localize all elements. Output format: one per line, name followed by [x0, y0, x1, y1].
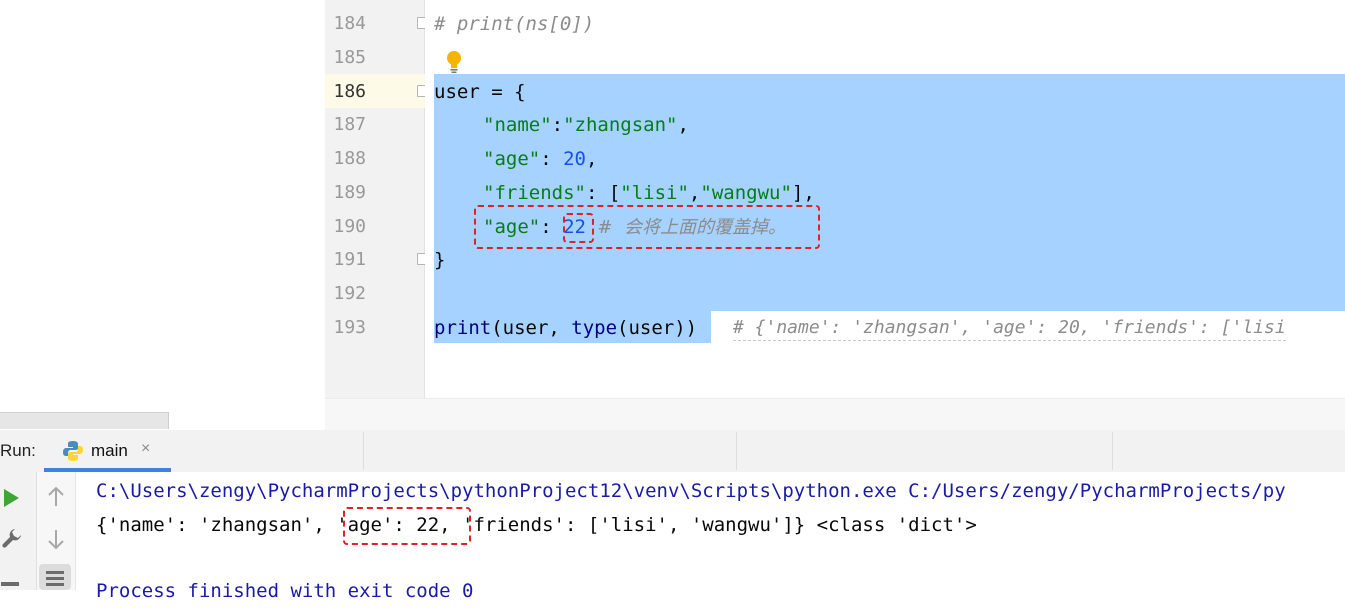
line-number: 189: [333, 182, 366, 203]
console-toolbar: [37, 472, 76, 590]
run-toolbar: [0, 472, 37, 590]
line-number: 187: [333, 114, 366, 135]
line-number: 188: [333, 148, 366, 169]
intention-bulb-icon[interactable]: [445, 50, 463, 74]
arrow-up-icon[interactable]: [46, 486, 66, 508]
header-divider: [363, 432, 364, 470]
tab-label: main: [91, 441, 128, 460]
line-number: 193: [333, 317, 366, 338]
header-divider: [1112, 432, 1113, 470]
code-line-184: # print(ns[0]): [434, 13, 595, 35]
console-exit-line: Process finished with exit code 0: [96, 580, 474, 602]
code-line-186: user = {: [434, 81, 526, 103]
horizontal-scrollbar[interactable]: [0, 412, 169, 429]
line-number: 184: [333, 13, 366, 34]
code-line-187: "name":"zhangsan",: [483, 114, 689, 136]
run-panel-header: [0, 430, 1345, 473]
annotation-box-console-age: [343, 507, 471, 545]
python-icon: [63, 441, 83, 461]
annotation-box-age-value: [563, 213, 594, 243]
code-line-191: }: [434, 249, 446, 271]
arrow-down-icon[interactable]: [46, 528, 66, 550]
code-line-193: print(user, type(user)): [434, 317, 698, 339]
line-number: 191: [333, 249, 366, 270]
line-number: 192: [333, 283, 366, 304]
run-panel-label: Run:: [0, 441, 36, 460]
editor-bottom-strip: [325, 398, 1345, 431]
console-output-line: {'name': 'zhangsan', 'age': 22, 'friends…: [96, 514, 977, 536]
inlay-hint-output: # {'name': 'zhangsan', 'age': 20, 'frien…: [733, 311, 1286, 341]
code-line-188: "age": 20,: [483, 148, 598, 170]
soft-wrap-icon[interactable]: [39, 564, 71, 590]
console-command-line: C:\Users\zengy\PycharmProjects\pythonPro…: [96, 480, 1286, 502]
header-divider: [736, 432, 737, 470]
console-output[interactable]: C:\Users\zengy\PycharmProjects\pythonPro…: [76, 472, 1345, 602]
stop-icon[interactable]: [1, 582, 19, 586]
wrench-icon[interactable]: [1, 527, 23, 549]
run-icon[interactable]: [2, 488, 20, 508]
line-number: 185: [333, 47, 366, 68]
line-number-current: 186: [333, 81, 366, 102]
line-number: 190: [333, 216, 366, 237]
project-pane: [0, 0, 325, 430]
annotation-box-line-190: [474, 205, 820, 249]
tab-main[interactable]: main ×: [44, 432, 171, 472]
code-editor[interactable]: # print(ns[0]) user = { "name":"zhangsan…: [425, 0, 1345, 398]
close-tab-icon[interactable]: ×: [141, 440, 150, 458]
